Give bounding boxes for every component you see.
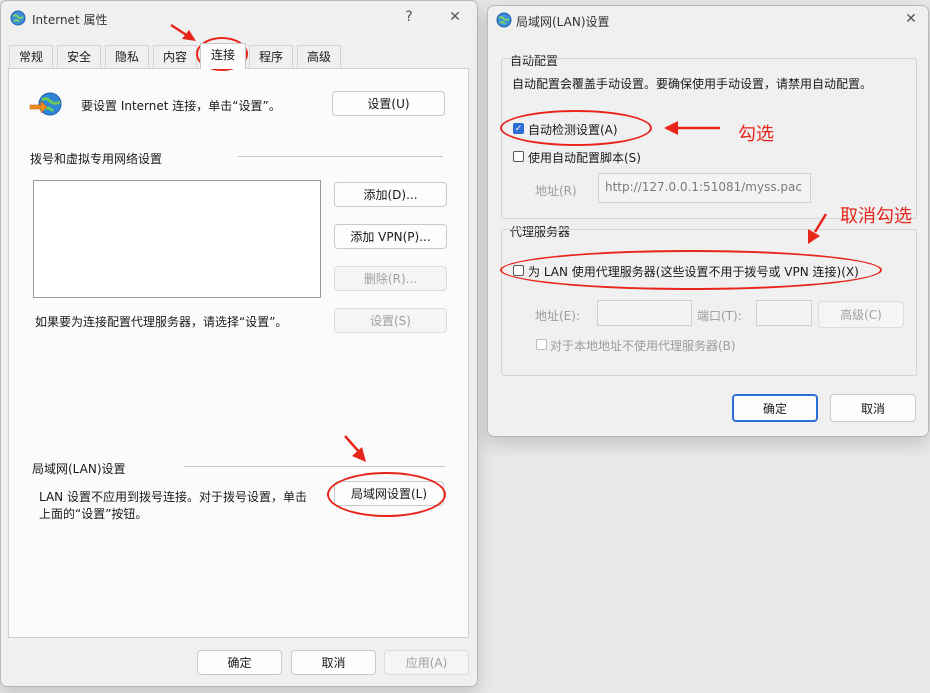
tab-connections[interactable]: 连接 (200, 43, 246, 69)
annotation-arrow-proxy (813, 213, 828, 233)
annotation-arrow-tab (170, 23, 189, 38)
annotation-arrows (170, 23, 828, 462)
annotation-uncheck-note: 取消勾选 (840, 206, 912, 227)
annotation-check-note: 勾选 (738, 124, 774, 145)
annotation-arrow-lan (344, 435, 361, 454)
